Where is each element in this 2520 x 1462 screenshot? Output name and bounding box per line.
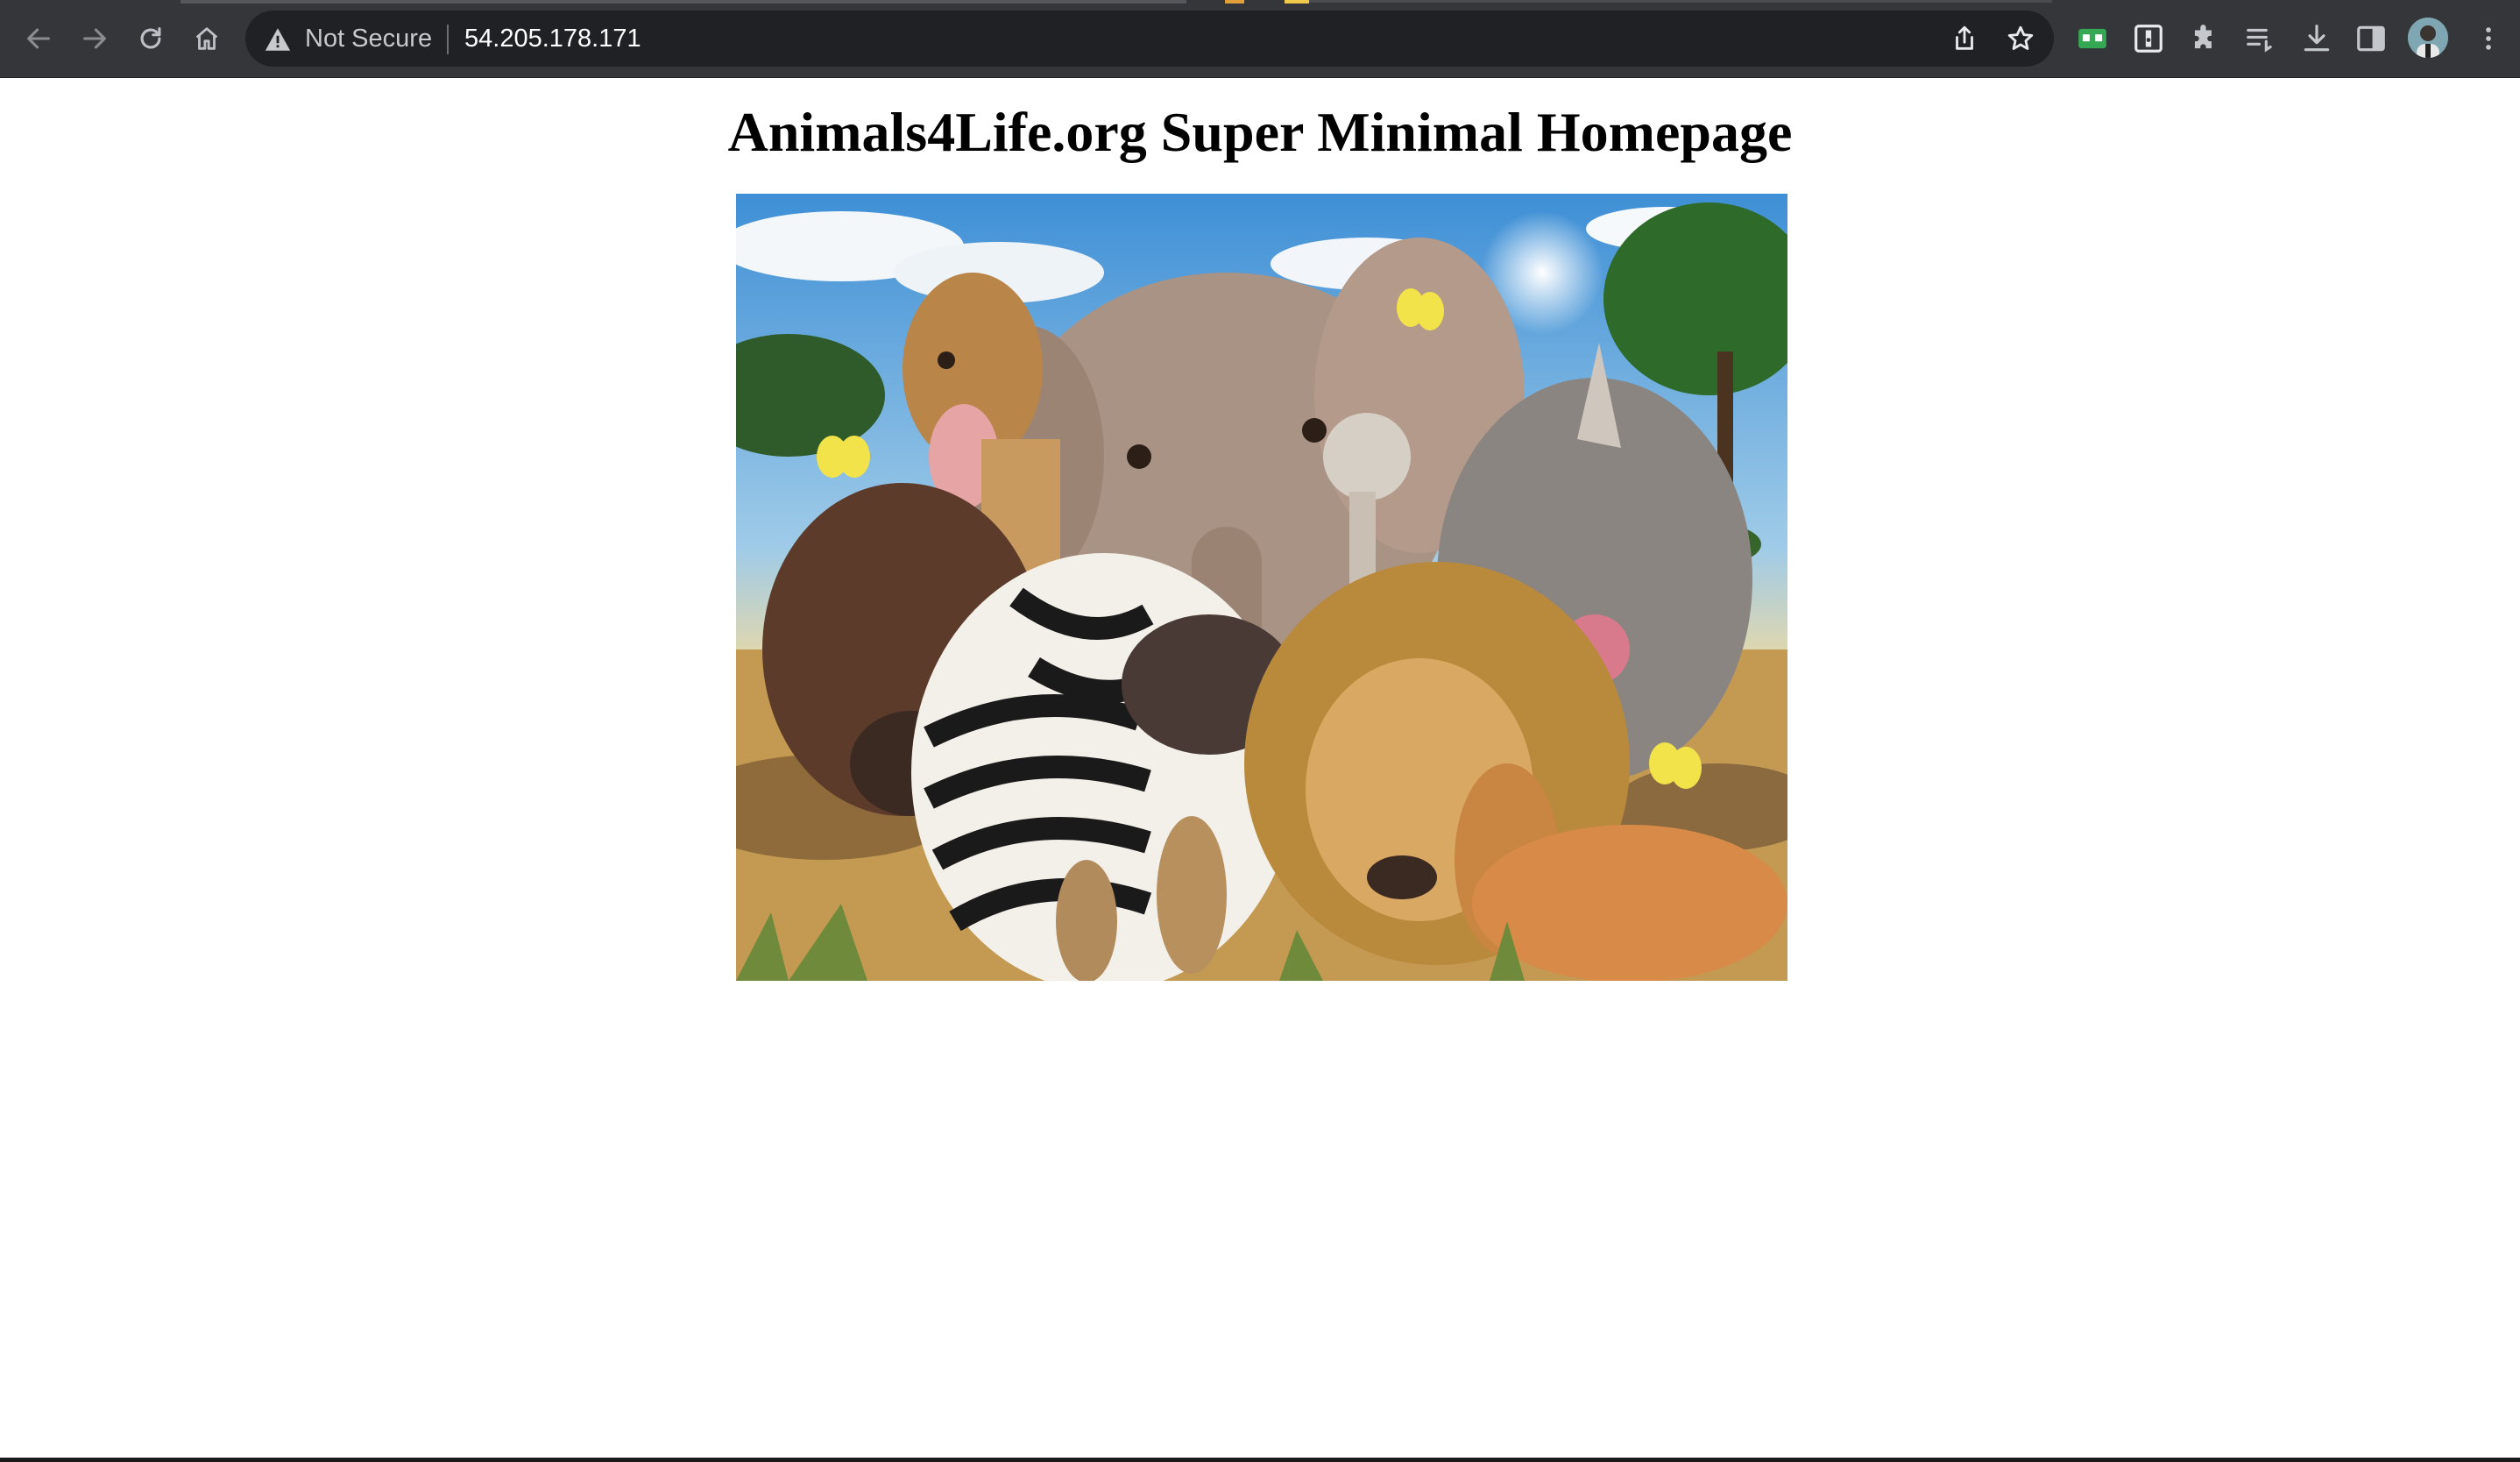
- home-icon: [195, 27, 218, 50]
- extension-button[interactable]: [2073, 19, 2112, 58]
- page-content: Animals4Life.org Super Minimal Homepage: [0, 78, 2520, 1458]
- extensions-menu-button[interactable]: [2185, 19, 2224, 58]
- browser-menu-button[interactable]: [2471, 21, 2506, 56]
- ext-green-icon: [2078, 28, 2106, 49]
- reload-icon: [140, 27, 161, 49]
- ext-box-icon: [2134, 25, 2163, 53]
- tab-favicon-strip: [1285, 0, 1309, 4]
- forward-button[interactable]: [74, 18, 116, 60]
- back-button[interactable]: [18, 18, 60, 60]
- security-status-label[interactable]: Not Secure: [305, 19, 432, 58]
- star-icon: [2007, 25, 2034, 50]
- reading-list-icon: [2247, 28, 2272, 53]
- animals-image: [736, 194, 1787, 981]
- tab-strip-line: [1295, 0, 2052, 3]
- side-panel-icon: [2357, 25, 2385, 52]
- puzzle-icon: [2194, 25, 2212, 49]
- kebab-menu-icon: [2486, 27, 2491, 50]
- bookmark-button[interactable]: [2003, 21, 2038, 56]
- forward-arrow-icon: [83, 28, 106, 49]
- download-icon: [2304, 25, 2330, 52]
- address-separator: [447, 25, 449, 54]
- side-panel-button[interactable]: [2352, 19, 2390, 58]
- url-text[interactable]: 54.205.178.171: [464, 19, 641, 58]
- reading-list-button[interactable]: [2241, 19, 2280, 58]
- downloads-button[interactable]: [2297, 19, 2336, 58]
- home-button[interactable]: [186, 18, 228, 60]
- tab-favicon-strip: [1225, 0, 1244, 4]
- page-title: Animals4Life.org Super Minimal Homepage: [727, 101, 1793, 163]
- window-bottom-edge: [0, 1458, 2520, 1462]
- tab-strip-line: [181, 0, 1186, 4]
- warning-triangle-icon: [265, 28, 291, 51]
- reload-button[interactable]: [130, 18, 172, 60]
- avatar[interactable]: [2408, 18, 2448, 58]
- extension-button[interactable]: [2129, 19, 2168, 58]
- share-icon: [1956, 25, 1973, 50]
- back-arrow-icon: [27, 28, 50, 49]
- browser-toolbar: Not Secure 54.205.178.171: [0, 0, 2520, 78]
- share-button[interactable]: [1947, 21, 1982, 56]
- profile-picture-icon: [2408, 18, 2448, 58]
